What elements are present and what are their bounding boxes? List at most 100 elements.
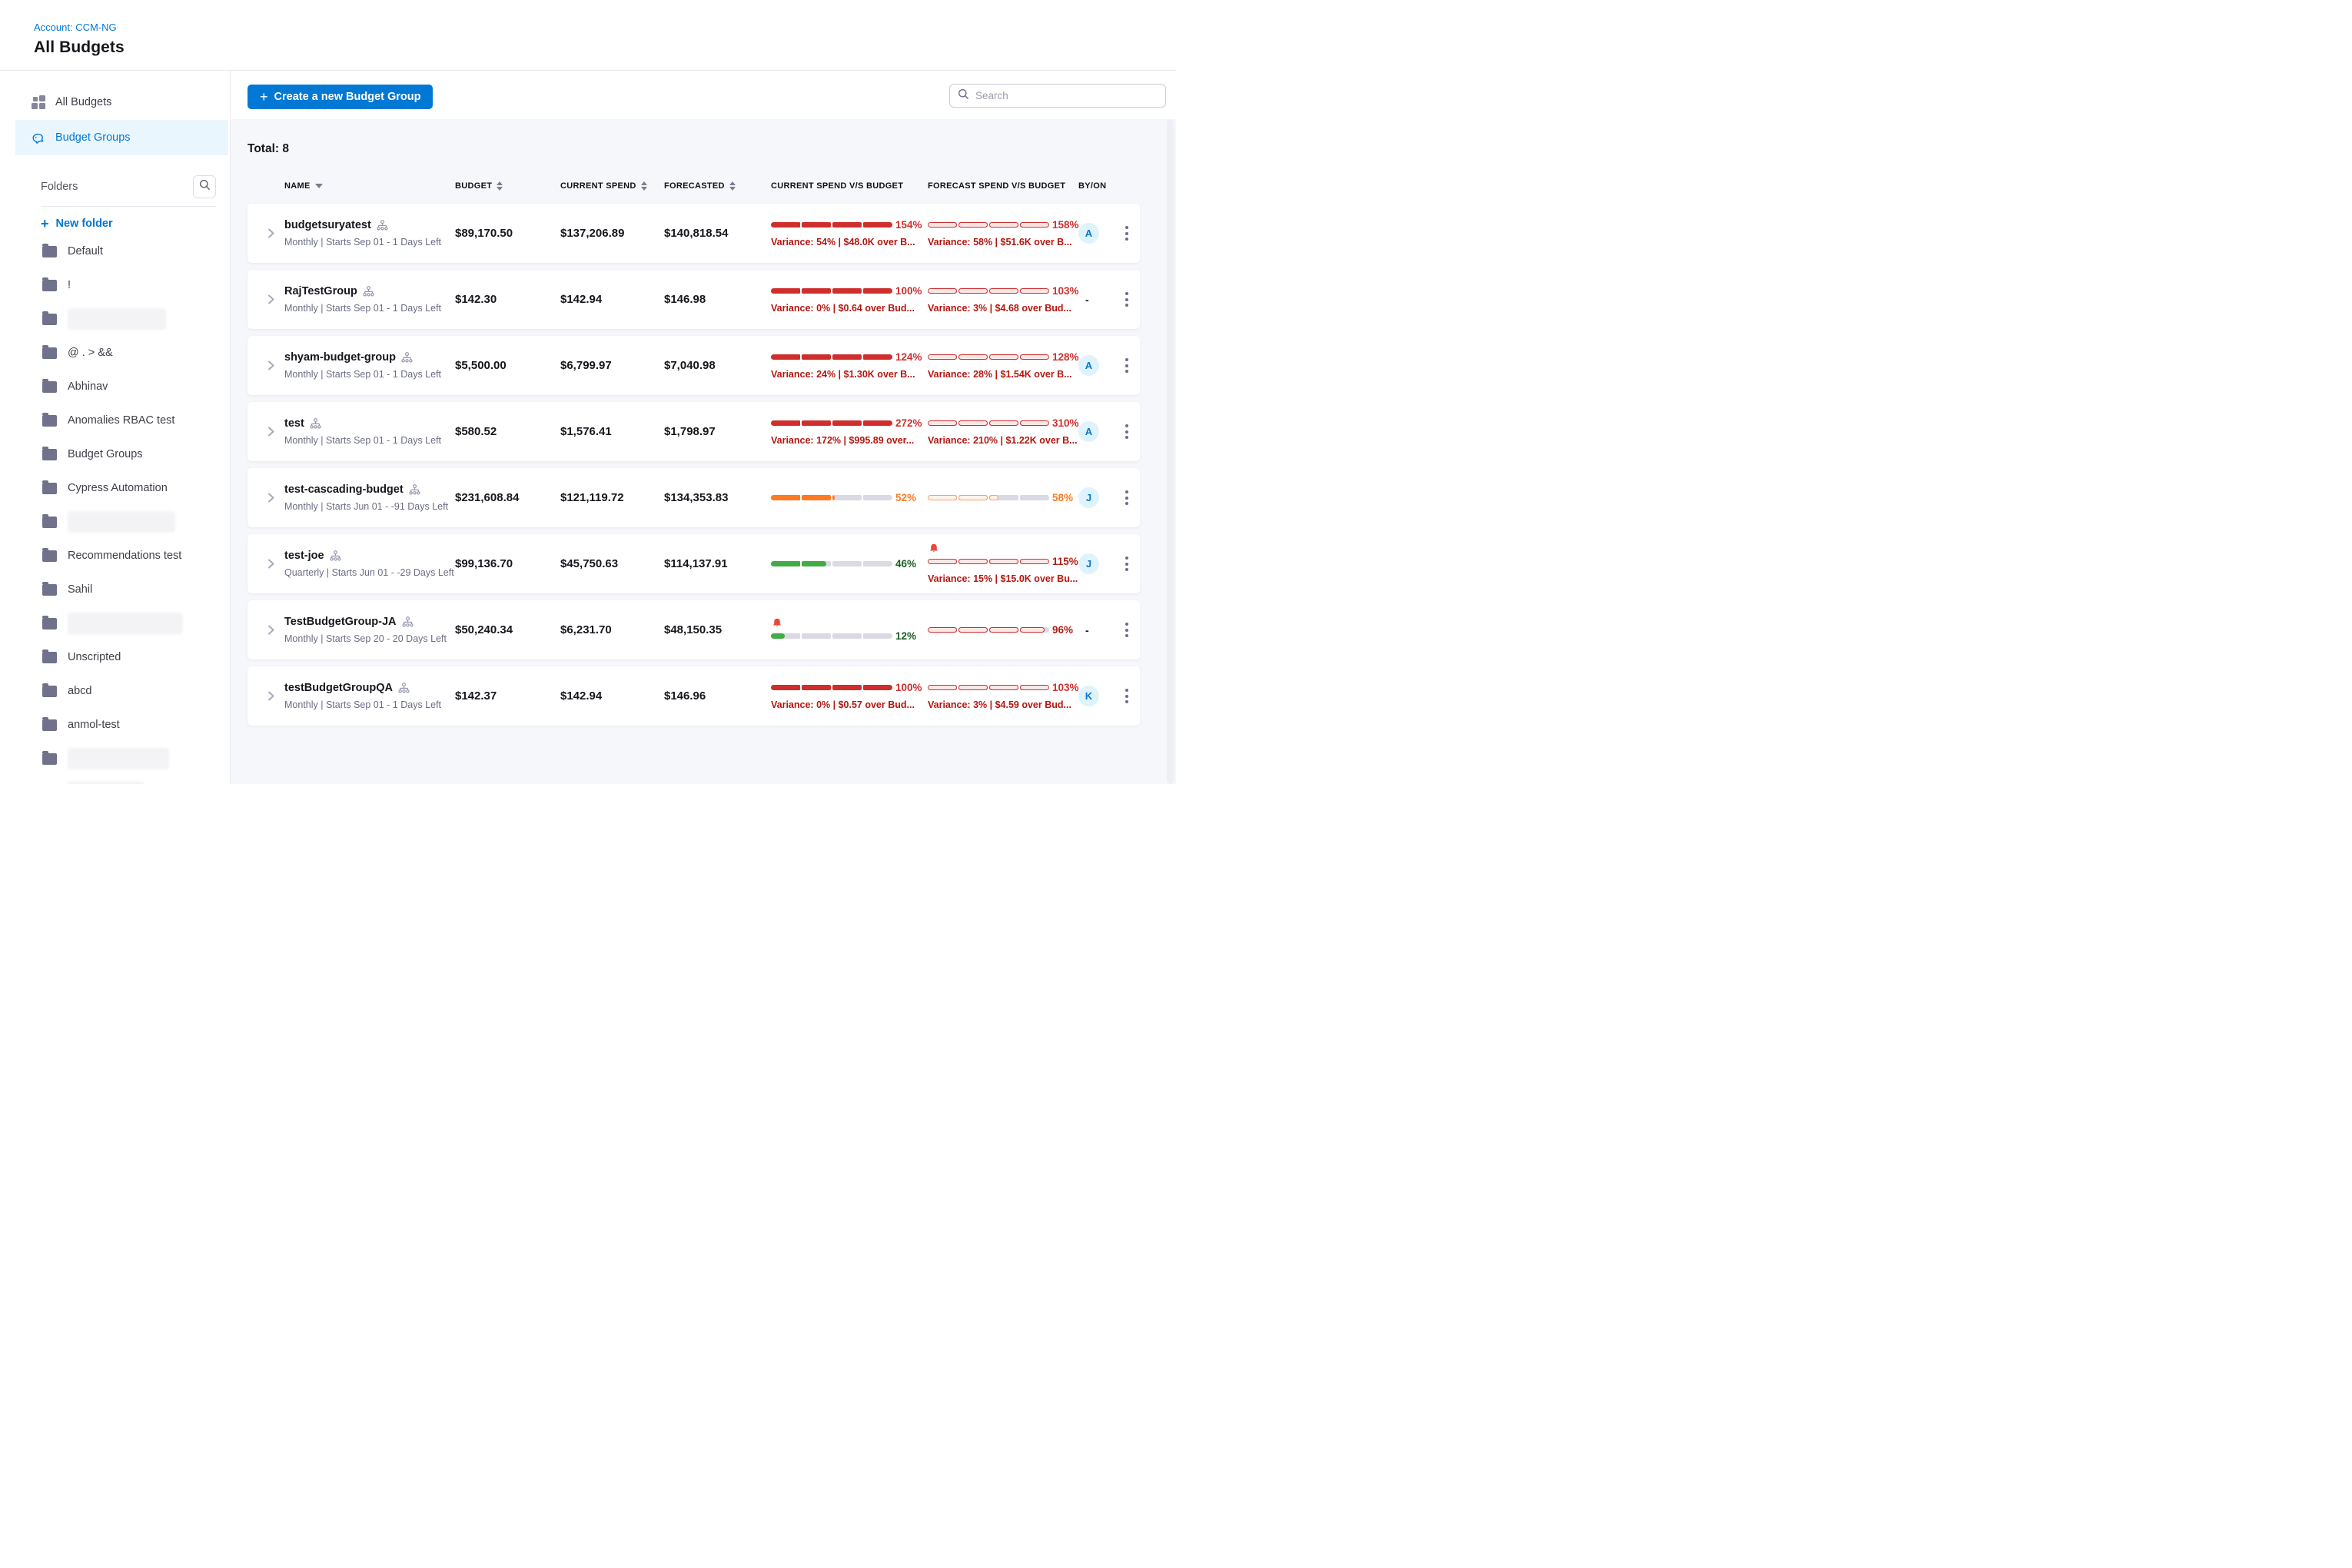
page-title: All Budgets xyxy=(34,38,1176,57)
progress-bar-segment xyxy=(771,685,800,690)
column-header-budget[interactable]: BUDGET xyxy=(455,181,560,191)
row-options-menu-icon[interactable] xyxy=(1121,618,1133,642)
column-header-name[interactable]: NAME xyxy=(284,181,455,191)
progress-bar-segment xyxy=(1020,559,1049,564)
folder-item-anomalies-rbac-test[interactable]: Anomalies RBAC test xyxy=(0,404,230,437)
expand-chevron-icon[interactable] xyxy=(265,492,277,503)
budget-period-text: Monthly | Starts Sep 01 - 1 Days Left xyxy=(284,369,455,380)
progress-bar-segment xyxy=(771,561,800,566)
variance-text: Variance: 15% | $15.0K over Bu... xyxy=(928,573,1078,584)
percent-label: 12% xyxy=(895,630,916,642)
column-header-forecasted[interactable]: FORECASTED xyxy=(664,181,771,191)
folder-item-anmol-test[interactable]: anmol-test xyxy=(0,708,230,742)
forecasted-value: $146.96 xyxy=(664,689,706,703)
budget-period-text: Monthly | Starts Sep 20 - 20 Days Left xyxy=(284,633,455,644)
name-cell: budgetsuryatestMonthly | Starts Sep 01 -… xyxy=(284,219,455,247)
expand-chevron-icon[interactable] xyxy=(265,558,277,570)
forecast-vs-budget-cell: 96% xyxy=(928,624,1078,636)
row-options-menu-icon[interactable] xyxy=(1121,420,1133,443)
new-folder-button[interactable]: + New folder xyxy=(41,218,230,230)
folder-item-default[interactable]: Default xyxy=(0,234,230,268)
folder-item-unscripted[interactable]: Unscripted xyxy=(0,640,230,674)
budget-value: $580.52 xyxy=(455,425,497,438)
progress-fill xyxy=(802,495,831,500)
folder-item-redacted[interactable] xyxy=(0,302,230,336)
expand-chevron-icon[interactable] xyxy=(265,294,277,305)
folder-item-recommendations-test[interactable]: Recommendations test xyxy=(0,539,230,573)
progress-fill xyxy=(1020,627,1045,633)
piggy-bank-icon xyxy=(31,131,45,145)
search-input[interactable] xyxy=(975,90,1158,101)
folder-search-button[interactable] xyxy=(193,175,216,198)
account-breadcrumb-link[interactable]: Account: CCM-NG xyxy=(34,22,1176,33)
folder-item-sahil[interactable]: Sahil xyxy=(0,573,230,606)
variance-text: Variance: 28% | $1.54K over B... xyxy=(928,369,1078,380)
column-header-current-spend-v-s-budget[interactable]: CURRENT SPEND V/S BUDGET xyxy=(771,181,928,191)
percent-label: 100% xyxy=(895,285,922,297)
progress-line: 158% xyxy=(928,219,1078,231)
progress-bar-segment xyxy=(928,222,957,228)
progress-bar-segment xyxy=(832,420,862,426)
progress-bar-segment xyxy=(832,633,862,639)
current-spend-value: $1,576.41 xyxy=(560,425,612,438)
progress-line: 310% xyxy=(928,417,1078,429)
sidebar-item-all-budgets[interactable]: All Budgets xyxy=(0,85,228,120)
folder-item--[interactable]: ! xyxy=(0,268,230,302)
folder-item-abcd[interactable]: abcd xyxy=(0,674,230,708)
row-options-menu-icon[interactable] xyxy=(1121,354,1133,377)
sidebar-item-budget-groups[interactable]: Budget Groups xyxy=(15,120,228,155)
column-header-current-spend[interactable]: CURRENT SPEND xyxy=(560,181,664,191)
folder-item-redacted[interactable] xyxy=(0,505,230,539)
row-options-menu-icon[interactable] xyxy=(1121,287,1133,311)
folder-name: Default xyxy=(68,245,103,257)
expand-chevron-icon[interactable] xyxy=(265,690,277,702)
table-row: testBudgetGroupQAMonthly | Starts Sep 01… xyxy=(247,666,1140,726)
progress-fill xyxy=(928,559,957,564)
current-vs-budget-cell: 272%Variance: 172% | $995.89 over... xyxy=(771,417,928,446)
page-scrollbar[interactable] xyxy=(1167,119,1174,784)
progress-fill xyxy=(863,288,892,294)
budget-value: $99,136.70 xyxy=(455,557,513,570)
current-spend-value: $137,206.89 xyxy=(560,227,624,240)
expand-cell xyxy=(257,228,284,239)
expand-chevron-icon[interactable] xyxy=(265,624,277,636)
current-vs-budget-cell: 154%Variance: 54% | $48.0K over B... xyxy=(771,219,928,247)
expand-chevron-icon[interactable] xyxy=(265,360,277,371)
budget-period-text: Monthly | Starts Sep 01 - 1 Days Left xyxy=(284,435,455,446)
progress-fill xyxy=(863,420,892,426)
column-header-by-on[interactable]: BY/ON xyxy=(1078,181,1114,191)
folder-item--[interactable]: @ . > && xyxy=(0,336,230,370)
progress-bar-segment xyxy=(771,288,800,294)
forecast-vs-budget-cell: 115%Variance: 15% | $15.0K over Bu... xyxy=(928,543,1078,584)
expand-cell xyxy=(257,492,284,503)
row-options-menu-icon[interactable] xyxy=(1121,552,1133,576)
folder-item-redacted[interactable] xyxy=(0,606,230,640)
expand-chevron-icon[interactable] xyxy=(265,426,277,437)
progress-fill xyxy=(802,420,831,426)
progress-bar-segment xyxy=(771,420,800,426)
folder-item-abhinav[interactable]: Abhinav xyxy=(0,370,230,404)
folder-item-cypress-automation[interactable]: Cypress Automation xyxy=(0,471,230,505)
progress-bar-segment xyxy=(802,561,831,566)
current-vs-budget-cell: 52% xyxy=(771,492,928,503)
progress-bar-segment xyxy=(863,633,892,639)
total-count-label: Total: 8 xyxy=(247,142,1140,156)
row-options-menu-icon[interactable] xyxy=(1121,486,1133,510)
folder-name: abcd xyxy=(68,685,91,697)
forecasted-value: $1,798.97 xyxy=(664,425,716,438)
progress-bar xyxy=(771,354,892,360)
menu-cell xyxy=(1114,618,1140,642)
row-options-menu-icon[interactable] xyxy=(1121,221,1133,245)
byon-cell: - xyxy=(1078,624,1114,636)
folder-item-redacted[interactable] xyxy=(0,776,230,784)
create-budget-group-button[interactable]: + Create a new Budget Group xyxy=(247,85,433,109)
expand-chevron-icon[interactable] xyxy=(265,228,277,239)
column-header-forecast-spend-v-s-budget[interactable]: FORECAST SPEND V/S BUDGET xyxy=(928,181,1078,191)
avatar: A xyxy=(1078,355,1099,376)
row-options-menu-icon[interactable] xyxy=(1121,684,1133,708)
folder-item-redacted[interactable] xyxy=(0,742,230,776)
progress-bar-segment xyxy=(958,685,988,690)
folder-item-budget-groups[interactable]: Budget Groups xyxy=(0,437,230,471)
progress-line: 96% xyxy=(928,624,1078,636)
progress-bar-segment xyxy=(832,685,862,690)
